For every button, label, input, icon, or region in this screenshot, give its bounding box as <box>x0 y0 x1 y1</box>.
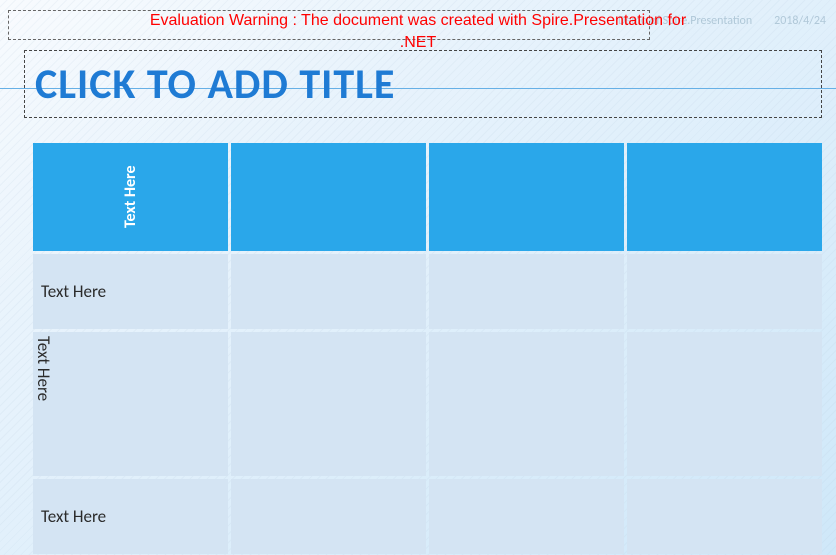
table-cell[interactable] <box>231 332 426 476</box>
table-cell[interactable]: Text Here <box>33 332 228 476</box>
table-cell[interactable]: Text Here <box>33 479 228 554</box>
title-text: CLICK TO ADD TITLE <box>25 59 395 110</box>
table-cell[interactable] <box>627 479 822 554</box>
table-cell[interactable] <box>627 143 822 251</box>
cell-text: Text Here <box>33 332 228 476</box>
table-cell[interactable] <box>231 254 426 329</box>
table-cell[interactable]: Text Here <box>33 254 228 329</box>
table-cell[interactable] <box>231 143 426 251</box>
cell-text: Text Here <box>33 479 228 554</box>
table-row: Text Here <box>33 254 822 329</box>
meta-date: 2018/4/24 <box>774 14 826 28</box>
table-cell[interactable] <box>627 254 822 329</box>
table-cell[interactable] <box>429 143 624 251</box>
table-cell[interactable] <box>429 332 624 476</box>
presentation-slide: Demo of Spire.Presentation 2018/4/24 CLI… <box>0 0 836 555</box>
table-row-header: Text Here <box>33 143 822 251</box>
table-row: Text Here <box>33 479 822 554</box>
table-cell[interactable] <box>627 332 822 476</box>
table-cell[interactable] <box>429 254 624 329</box>
table-row: Text Here <box>33 332 822 476</box>
content-table[interactable]: Text Here Text Here Text Here Text Here <box>30 140 825 555</box>
title-small-placeholder[interactable] <box>8 10 650 40</box>
cell-text: Text Here <box>33 254 228 329</box>
table-cell[interactable] <box>231 479 426 554</box>
table-cell[interactable]: Text Here <box>33 143 228 251</box>
table-cell[interactable] <box>429 479 624 554</box>
title-placeholder[interactable]: CLICK TO ADD TITLE CLICK TO ADD TITLE <box>24 50 822 118</box>
cell-text: Text Here <box>33 143 228 251</box>
